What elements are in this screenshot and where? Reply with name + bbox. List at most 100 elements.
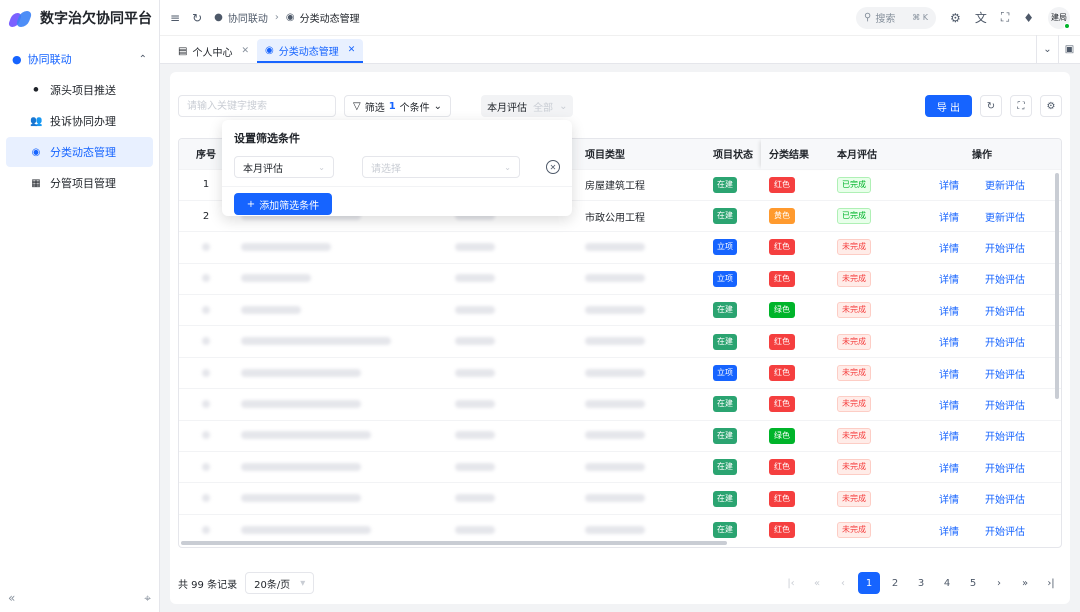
fullscreen-icon[interactable]: ⛶ — [1001, 10, 1009, 25]
export-button[interactable]: 导 出 — [924, 95, 972, 117]
cell-type: 房屋建筑工程 — [577, 168, 705, 201]
col-header-class: 分类结果 — [761, 139, 829, 169]
add-filter-button[interactable]: + 添加筛选条件 — [234, 193, 332, 215]
category-icon: ◉ — [285, 12, 295, 23]
cell-index — [179, 262, 233, 295]
translate-icon[interactable]: 文 — [975, 9, 987, 26]
close-icon[interactable]: ✕ — [348, 45, 356, 55]
cell-ops: 详情 开始评估 — [901, 262, 1061, 295]
page-3[interactable]: 3 — [910, 572, 932, 594]
detail-link[interactable]: 详情 — [939, 338, 959, 349]
detail-link[interactable]: 详情 — [939, 244, 959, 255]
start-eval-link[interactable]: 开始评估 — [985, 527, 1025, 538]
start-eval-link[interactable]: 开始评估 — [985, 370, 1025, 381]
breadcrumb-item[interactable]: 协同联动 — [228, 10, 268, 25]
start-eval-link[interactable]: 开始评估 — [985, 275, 1025, 286]
cell-name — [233, 451, 447, 483]
close-icon[interactable]: ✕ — [241, 46, 249, 56]
tab-personal-center[interactable]: ▤ 个人中心 ✕ — [170, 39, 257, 63]
page-4[interactable]: 4 — [936, 572, 958, 594]
last-page-icon[interactable]: ›| — [1040, 572, 1062, 594]
class-badge: 红色 — [769, 333, 795, 350]
cell-unit — [447, 356, 577, 389]
detail-link[interactable]: 详情 — [939, 307, 959, 318]
collapse-icon[interactable]: « — [8, 591, 15, 606]
chevron-down-icon[interactable]: ⌄ — [1036, 35, 1058, 63]
cell-unit — [447, 325, 577, 358]
category-icon: ◉ — [31, 146, 41, 158]
month-eval-filter[interactable]: 本月评估 全部 ⌄ — [481, 95, 574, 117]
filter-count: 1 — [388, 100, 396, 112]
filter-value-select[interactable]: 请选择 ⌄ — [362, 156, 520, 178]
menu-group-header[interactable]: ● 协同联动 ⌃ — [0, 44, 159, 74]
prev-jump-icon[interactable]: « — [806, 572, 828, 594]
search-icon: ⚲ — [864, 12, 872, 23]
tab-category-management[interactable]: ◉ 分类动态管理 ✕ — [257, 39, 364, 63]
cell-class: 红色 — [761, 451, 829, 483]
start-eval-link[interactable]: 开始评估 — [985, 464, 1025, 475]
fullscreen-icon[interactable]: ⛶ — [1010, 95, 1032, 117]
cell-type — [577, 419, 705, 452]
maximize-icon[interactable]: ▣ — [1058, 35, 1080, 63]
start-eval-link[interactable]: 开始评估 — [985, 495, 1025, 506]
detail-link[interactable]: 详情 — [939, 181, 959, 192]
start-eval-link[interactable]: 开始评估 — [985, 432, 1025, 443]
cell-class: 红色 — [761, 231, 829, 264]
sidebar-item-source-push[interactable]: ⚫ 源头项目推送 — [6, 75, 153, 105]
global-search[interactable]: ⚲ 搜索 ⌘ K — [856, 6, 937, 29]
avatar[interactable]: 建局 — [1048, 6, 1070, 29]
class-badge: 红色 — [769, 522, 795, 539]
cell-class: 黄色 — [761, 199, 829, 232]
class-badge: 红色 — [769, 270, 795, 287]
sidebar-item-complaint[interactable]: 👥 投诉协同办理 — [6, 106, 153, 136]
pin-icon[interactable]: ⌖ — [144, 591, 151, 606]
vertical-scrollbar[interactable] — [1055, 173, 1059, 399]
bell-icon[interactable]: ♦ — [1023, 11, 1034, 25]
start-eval-link[interactable]: 开始评估 — [985, 401, 1025, 412]
class-badge: 红色 — [769, 176, 795, 193]
first-page-icon[interactable]: |‹ — [780, 572, 802, 594]
detail-link[interactable]: 详情 — [939, 527, 959, 538]
cell-ops: 详情 更新评估 — [901, 168, 1061, 201]
prev-page-icon[interactable]: ‹ — [832, 572, 854, 594]
detail-link[interactable]: 详情 — [939, 213, 959, 224]
sidebar-item-category[interactable]: ◉ 分类动态管理 — [6, 137, 153, 167]
menu-toggle-icon[interactable]: ≡ — [170, 11, 180, 25]
detail-link[interactable]: 详情 — [939, 495, 959, 506]
next-jump-icon[interactable]: » — [1014, 572, 1036, 594]
detail-link[interactable]: 详情 — [939, 432, 959, 443]
status-badge: 立项 — [713, 365, 737, 382]
status-badge: 在建 — [713, 176, 737, 193]
detail-link[interactable]: 详情 — [939, 401, 959, 412]
filter-field-select[interactable]: 本月评估 ⌄ — [234, 156, 334, 178]
brand[interactable]: 数字治欠协同平台 — [0, 0, 159, 36]
start-eval-link[interactable]: 开始评估 — [985, 244, 1025, 255]
refresh-icon[interactable]: ↻ — [980, 95, 1002, 117]
next-page-icon[interactable]: › — [988, 572, 1010, 594]
gear-icon[interactable]: ⚙ — [950, 11, 961, 25]
page-2[interactable]: 2 — [884, 572, 906, 594]
start-eval-link[interactable]: 开始评估 — [985, 307, 1025, 318]
update-eval-link[interactable]: 更新评估 — [985, 181, 1025, 192]
filter-button[interactable]: ▽ 筛选 1 个条件 ⌄ — [344, 95, 452, 117]
search-label: 搜索 — [875, 14, 896, 25]
page-1[interactable]: 1 — [858, 572, 880, 594]
class-badge: 红色 — [769, 239, 795, 256]
sidebar-item-managed[interactable]: ▦ 分管项目管理 — [6, 168, 153, 198]
horizontal-scrollbar[interactable] — [181, 541, 727, 545]
toolbar: ▽ 筛选 1 个条件 ⌄ 本月评估 全部 ⌄ 导 出 ↻ ⛶ ⚙ — [178, 94, 1062, 118]
keyword-search-input[interactable] — [178, 95, 336, 117]
update-eval-link[interactable]: 更新评估 — [985, 213, 1025, 224]
cell-ops: 详情 更新评估 — [901, 199, 1061, 232]
detail-link[interactable]: 详情 — [939, 370, 959, 381]
page-5[interactable]: 5 — [962, 572, 984, 594]
start-eval-link[interactable]: 开始评估 — [985, 338, 1025, 349]
detail-link[interactable]: 详情 — [939, 464, 959, 475]
detail-link[interactable]: 详情 — [939, 275, 959, 286]
page-size-select[interactable]: 20条/页 ▾ — [245, 572, 315, 594]
eval-badge: 未完成 — [837, 459, 871, 476]
gear-icon[interactable]: ⚙ — [1040, 95, 1062, 117]
refresh-icon[interactable]: ↻ — [192, 11, 202, 25]
remove-condition-icon[interactable]: ✕ — [546, 160, 560, 174]
cell-ops: 详情 开始评估 — [901, 294, 1061, 326]
